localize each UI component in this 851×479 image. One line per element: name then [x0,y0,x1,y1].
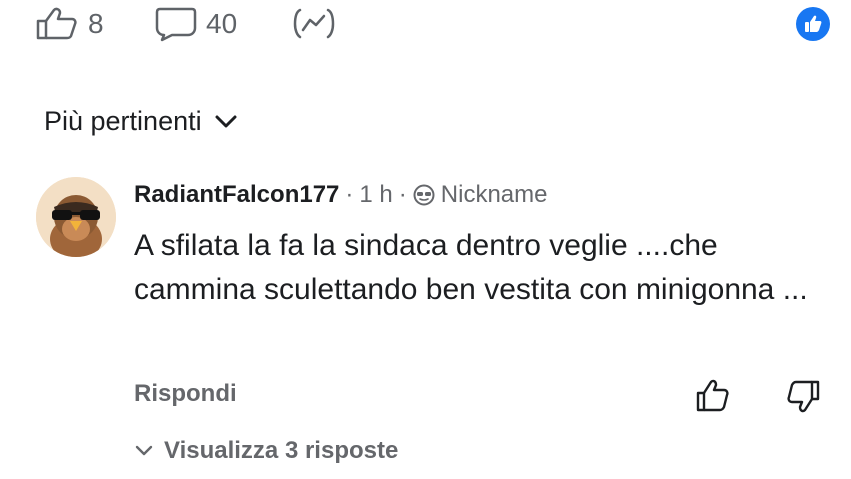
share-button[interactable] [292,4,336,44]
view-replies-button[interactable]: Visualizza 3 risposte [134,437,398,465]
chevron-down-icon [135,445,153,456]
comment-count-button[interactable]: 40 [154,4,237,44]
reply-button[interactable]: Rispondi [134,380,237,408]
sunglasses-icon [413,184,435,206]
bird-with-sunglasses-avatar [36,177,116,257]
sort-dropdown[interactable]: Più pertinenti [44,106,238,137]
thumbs-up-icon [36,7,77,40]
like-count: 8 [88,8,104,39]
chevron-down-icon [215,115,237,127]
meta-separator: · [398,181,407,208]
thumbs-down-icon [787,380,820,413]
comment-meta: RadiantFalcon177 · 1 h · Nickname [134,176,834,214]
like-reaction-badge [796,7,830,41]
avatar[interactable] [36,177,116,257]
upvote-button[interactable] [694,378,730,419]
view-replies-label: Visualizza 3 risposte [164,437,399,464]
thumbs-up-icon [696,379,729,412]
comment: RadiantFalcon177 · 1 h · Nickname A sfil… [134,176,834,312]
like-count-button[interactable]: 8 [34,4,104,44]
nickname-badge: Nickname [440,181,548,208]
meta-separator: · [345,181,354,208]
post-actions-bar: 8 40 [34,4,834,44]
downvote-button[interactable] [786,378,822,419]
comment-bubble-icon [155,7,197,42]
comment-text: A sfilata la fa la sindaca dentro veglie… [134,229,808,306]
comment-actions: Rispondi [134,378,824,418]
sort-label: Più pertinenti [44,106,202,136]
share-chart-icon [293,8,335,39]
comment-author[interactable]: RadiantFalcon177 [134,181,339,209]
thumbs-up-filled-icon [805,15,822,32]
comment-count: 40 [206,8,238,39]
comment-time[interactable]: 1 h [359,181,392,209]
